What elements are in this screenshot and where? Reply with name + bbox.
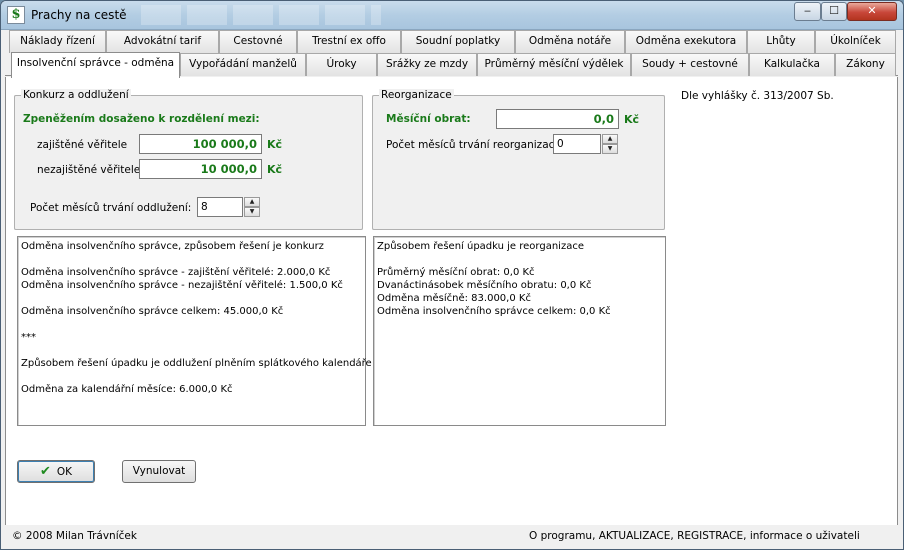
tab-ukolnicek[interactable]: Úkolníček	[815, 30, 896, 53]
result-line: Odměna měsíčně: 83.000,0 Kč	[377, 293, 531, 304]
result-line	[21, 292, 362, 305]
close-button[interactable]: ✕	[847, 2, 897, 21]
maximize-button[interactable]: ☐	[821, 2, 847, 21]
secured-unit: Kč	[267, 138, 283, 151]
ok-button[interactable]: ✔ OK	[17, 460, 95, 483]
result-line: Odměna insolvenčního správce, způsobem ř…	[21, 241, 324, 252]
copyright-text: © 2008 Milan Trávníček	[12, 530, 137, 542]
reorganizace-months-label: Počet měsíců trvání reorganizace	[386, 139, 561, 151]
result-line: Způsobem řešení úpadku je reorganizace	[377, 241, 584, 252]
window-title: Prachy na cestě	[31, 8, 127, 22]
tab-zakony[interactable]: Zákony	[835, 53, 896, 76]
tab-insolvencni-spravce[interactable]: Insolvenční správce - odměna	[11, 52, 180, 78]
title-background-ghost	[141, 5, 381, 25]
monthly-turnover-label: Měsíční obrat:	[386, 113, 471, 125]
oddluzeni-months-input[interactable]: 8	[197, 197, 243, 217]
status-bar: © 2008 Milan Trávníček O programu, AKTUA…	[1, 525, 903, 549]
oddluzeni-spin-up-icon[interactable]: ▲	[244, 197, 260, 207]
tab-soudni-poplatky[interactable]: Soudní poplatky	[401, 30, 515, 53]
tab-uroky[interactable]: Úroky	[306, 53, 377, 76]
result-line	[21, 344, 362, 357]
tab-advokatni-tarif[interactable]: Advokátní tarif	[106, 30, 219, 53]
oddluzeni-spin-down-icon[interactable]: ▼	[244, 207, 260, 217]
secured-creditors-label: zajištěné věřitele	[37, 139, 128, 151]
unsecured-unit: Kč	[267, 163, 283, 176]
tab-cestovne[interactable]: Cestovné	[219, 30, 297, 53]
reorganizace-legend: Reorganizace	[379, 89, 454, 101]
reorganizace-months-input[interactable]: 0	[553, 134, 601, 154]
tab-row-1: Náklady řízení Advokátní tarif Cestovné …	[5, 30, 898, 53]
konkurz-results-memo[interactable]: Odměna insolvenčního správce, způsobem ř…	[17, 236, 372, 426]
tab-odmena-exekutora[interactable]: Odměna exekutora	[625, 30, 747, 53]
about-links[interactable]: O programu, AKTUALIZACE, REGISTRACE, inf…	[529, 530, 860, 542]
secured-creditors-input[interactable]: 100 000,0	[139, 134, 262, 154]
app-window: $ Prachy na cestě ‒ ☐ ✕ Náklady řízení A…	[0, 0, 904, 550]
reorganizace-spin-down-icon[interactable]: ▼	[602, 144, 618, 154]
unsecured-creditors-input[interactable]: 10 000,0	[139, 159, 262, 179]
result-line: Odměna insolvenčního správce - zajištění…	[21, 267, 331, 278]
result-line	[377, 253, 662, 266]
reorganizace-results-memo[interactable]: Způsobem řešení úpadku je reorganizace P…	[373, 236, 666, 426]
app-dollar-icon: $	[7, 6, 25, 24]
konkurz-legend: Konkurz a oddlužení	[21, 89, 131, 101]
tab-lhuty[interactable]: Lhůty	[747, 30, 815, 53]
result-line: ***	[21, 332, 36, 343]
tab-row-2: Insolvenční správce - odměna Vypořádání …	[5, 52, 898, 78]
checkmark-icon: ✔	[39, 464, 51, 479]
konkurz-groupbox: Konkurz a oddlužení Zpeněžením dosaženo …	[14, 89, 363, 230]
result-line: Odměna insolvenčního správce - nezajiště…	[21, 280, 343, 291]
turnover-unit: Kč	[624, 113, 640, 126]
tab-srazky-ze-mzdy[interactable]: Srážky ze mzdy	[377, 53, 477, 76]
result-line: Dvanáctinásobek měsíčního obratu: 0,0 Kč	[377, 280, 592, 291]
result-line	[21, 253, 362, 266]
tab-naklady-rizeni[interactable]: Náklady řízení	[9, 30, 106, 53]
konkurz-heading: Zpeněžením dosaženo k rozdělení mezi:	[23, 113, 260, 125]
regulation-note: Dle vyhlášky č. 313/2007 Sb.	[681, 90, 834, 102]
result-line: Odměna za kalendářní měsíce: 6.000,0 Kč	[21, 384, 233, 395]
tab-content-insolvencni-spravce: Konkurz a oddlužení Zpeněžením dosaženo …	[5, 77, 898, 545]
result-line: Způsobem řešení úpadku je oddlužení plně…	[21, 358, 372, 369]
reorganizace-groupbox: Reorganizace Měsíční obrat: 0,0 Kč Počet…	[372, 89, 665, 230]
tab-prumerny-mesicni-vydelek[interactable]: Průměrný měsíční výdělek	[477, 53, 631, 76]
tab-odmena-notare[interactable]: Odměna notáře	[515, 30, 625, 53]
ok-label: OK	[56, 466, 73, 478]
result-line	[21, 318, 362, 331]
monthly-turnover-input[interactable]: 0,0	[496, 109, 619, 129]
tab-soudy-cestovne[interactable]: Soudy + cestovné	[631, 53, 749, 76]
result-line: Odměna insolvenčního správce celkem: 45.…	[21, 306, 284, 317]
result-line	[21, 370, 362, 383]
unsecured-creditors-label: nezajištěné věřitele	[37, 164, 141, 176]
result-line: Průměrný měsíční obrat: 0,0 Kč	[377, 267, 535, 278]
tab-kalkulacka[interactable]: Kalkulačka	[749, 53, 835, 76]
minimize-button[interactable]: ‒	[794, 2, 821, 21]
tab-vyporadani-manzelu[interactable]: Vypořádání manželů	[180, 53, 306, 76]
title-bar[interactable]: $ Prachy na cestě ‒ ☐ ✕	[1, 1, 903, 30]
result-line: Odměna insolvenčního správce celkem: 0,0…	[377, 306, 611, 317]
reset-button[interactable]: Vynulovat	[122, 460, 196, 483]
tab-trestni-ex-offo[interactable]: Trestní ex offo	[297, 30, 401, 53]
oddluzeni-months-label: Počet měsíců trvání oddlužení:	[30, 202, 192, 214]
reorganizace-spin-up-icon[interactable]: ▲	[602, 134, 618, 144]
